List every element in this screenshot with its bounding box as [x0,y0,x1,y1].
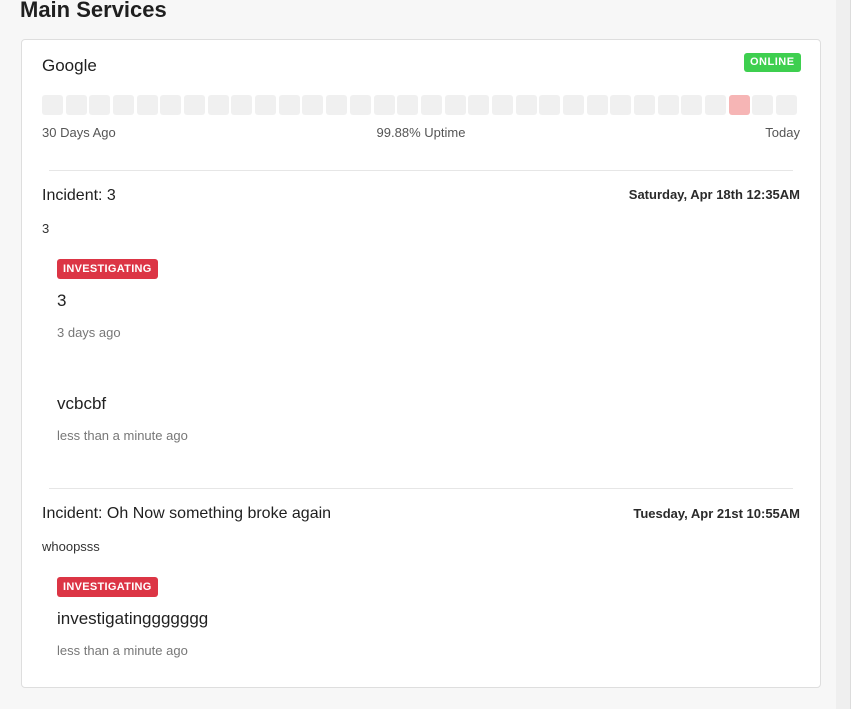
uptime-day[interactable] [610,95,631,115]
uptime-day[interactable] [681,95,702,115]
uptime-day[interactable] [421,95,442,115]
uptime-day[interactable] [326,95,347,115]
uptime-day[interactable] [516,95,537,115]
update-message: vcbcbf [57,394,107,413]
uptime-day[interactable] [563,95,584,115]
uptime-day[interactable] [184,95,205,115]
uptime-day[interactable] [255,95,276,115]
uptime-bar [42,95,802,115]
page-right-margin [851,0,861,709]
uptime-day[interactable] [539,95,560,115]
uptime-day[interactable] [705,95,726,115]
page-scroll-gutter [836,0,850,709]
update-time: 3 days ago [57,325,121,340]
uptime-day-down[interactable] [729,95,750,115]
update-message: 3 [57,291,67,310]
update-message: investigatinggggggg [57,609,209,628]
incident-date: Saturday, Apr 18th 12:35AM [628,187,800,202]
uptime-day[interactable] [492,95,513,115]
incident-date: Tuesday, Apr 21st 10:55AM [633,506,800,521]
uptime-day[interactable] [89,95,110,115]
uptime-day[interactable] [350,95,371,115]
uptime-day[interactable] [113,95,134,115]
uptime-day[interactable] [658,95,679,115]
incident-description: 3 [42,221,50,236]
uptime-day[interactable] [374,95,395,115]
service-name: Google [42,56,97,75]
incident-description: whoopsss [42,539,100,554]
uptime-day[interactable] [208,95,229,115]
uptime-day[interactable] [397,95,418,115]
service-status-badge: ONLINE [744,53,801,72]
service-card: Google ONLINE 30 Days Ago 99.88% Uptime … [21,39,821,688]
uptime-day[interactable] [231,95,252,115]
update-time: less than a minute ago [57,428,188,443]
uptime-day[interactable] [160,95,181,115]
uptime-day[interactable] [776,95,797,115]
uptime-percent-label: 99.88% Uptime [376,125,466,140]
uptime-day[interactable] [279,95,300,115]
uptime-day[interactable] [634,95,655,115]
update-time: less than a minute ago [57,643,188,658]
divider [49,488,793,489]
uptime-day[interactable] [445,95,466,115]
section-title: Main Services [20,0,167,22]
uptime-end-label: Today [765,125,800,140]
update-status-badge: INVESTIGATING [57,577,158,597]
uptime-day[interactable] [66,95,87,115]
update-status-badge: INVESTIGATING [57,259,158,279]
uptime-day[interactable] [468,95,489,115]
incident-title: Incident: 3 [42,187,116,204]
uptime-day[interactable] [587,95,608,115]
uptime-labels: 30 Days Ago 99.88% Uptime Today [42,125,800,141]
uptime-day[interactable] [137,95,158,115]
divider [49,170,793,171]
uptime-day[interactable] [752,95,773,115]
uptime-day[interactable] [302,95,323,115]
incident-title: Incident: Oh Now something broke again [42,505,332,522]
uptime-day[interactable] [42,95,63,115]
